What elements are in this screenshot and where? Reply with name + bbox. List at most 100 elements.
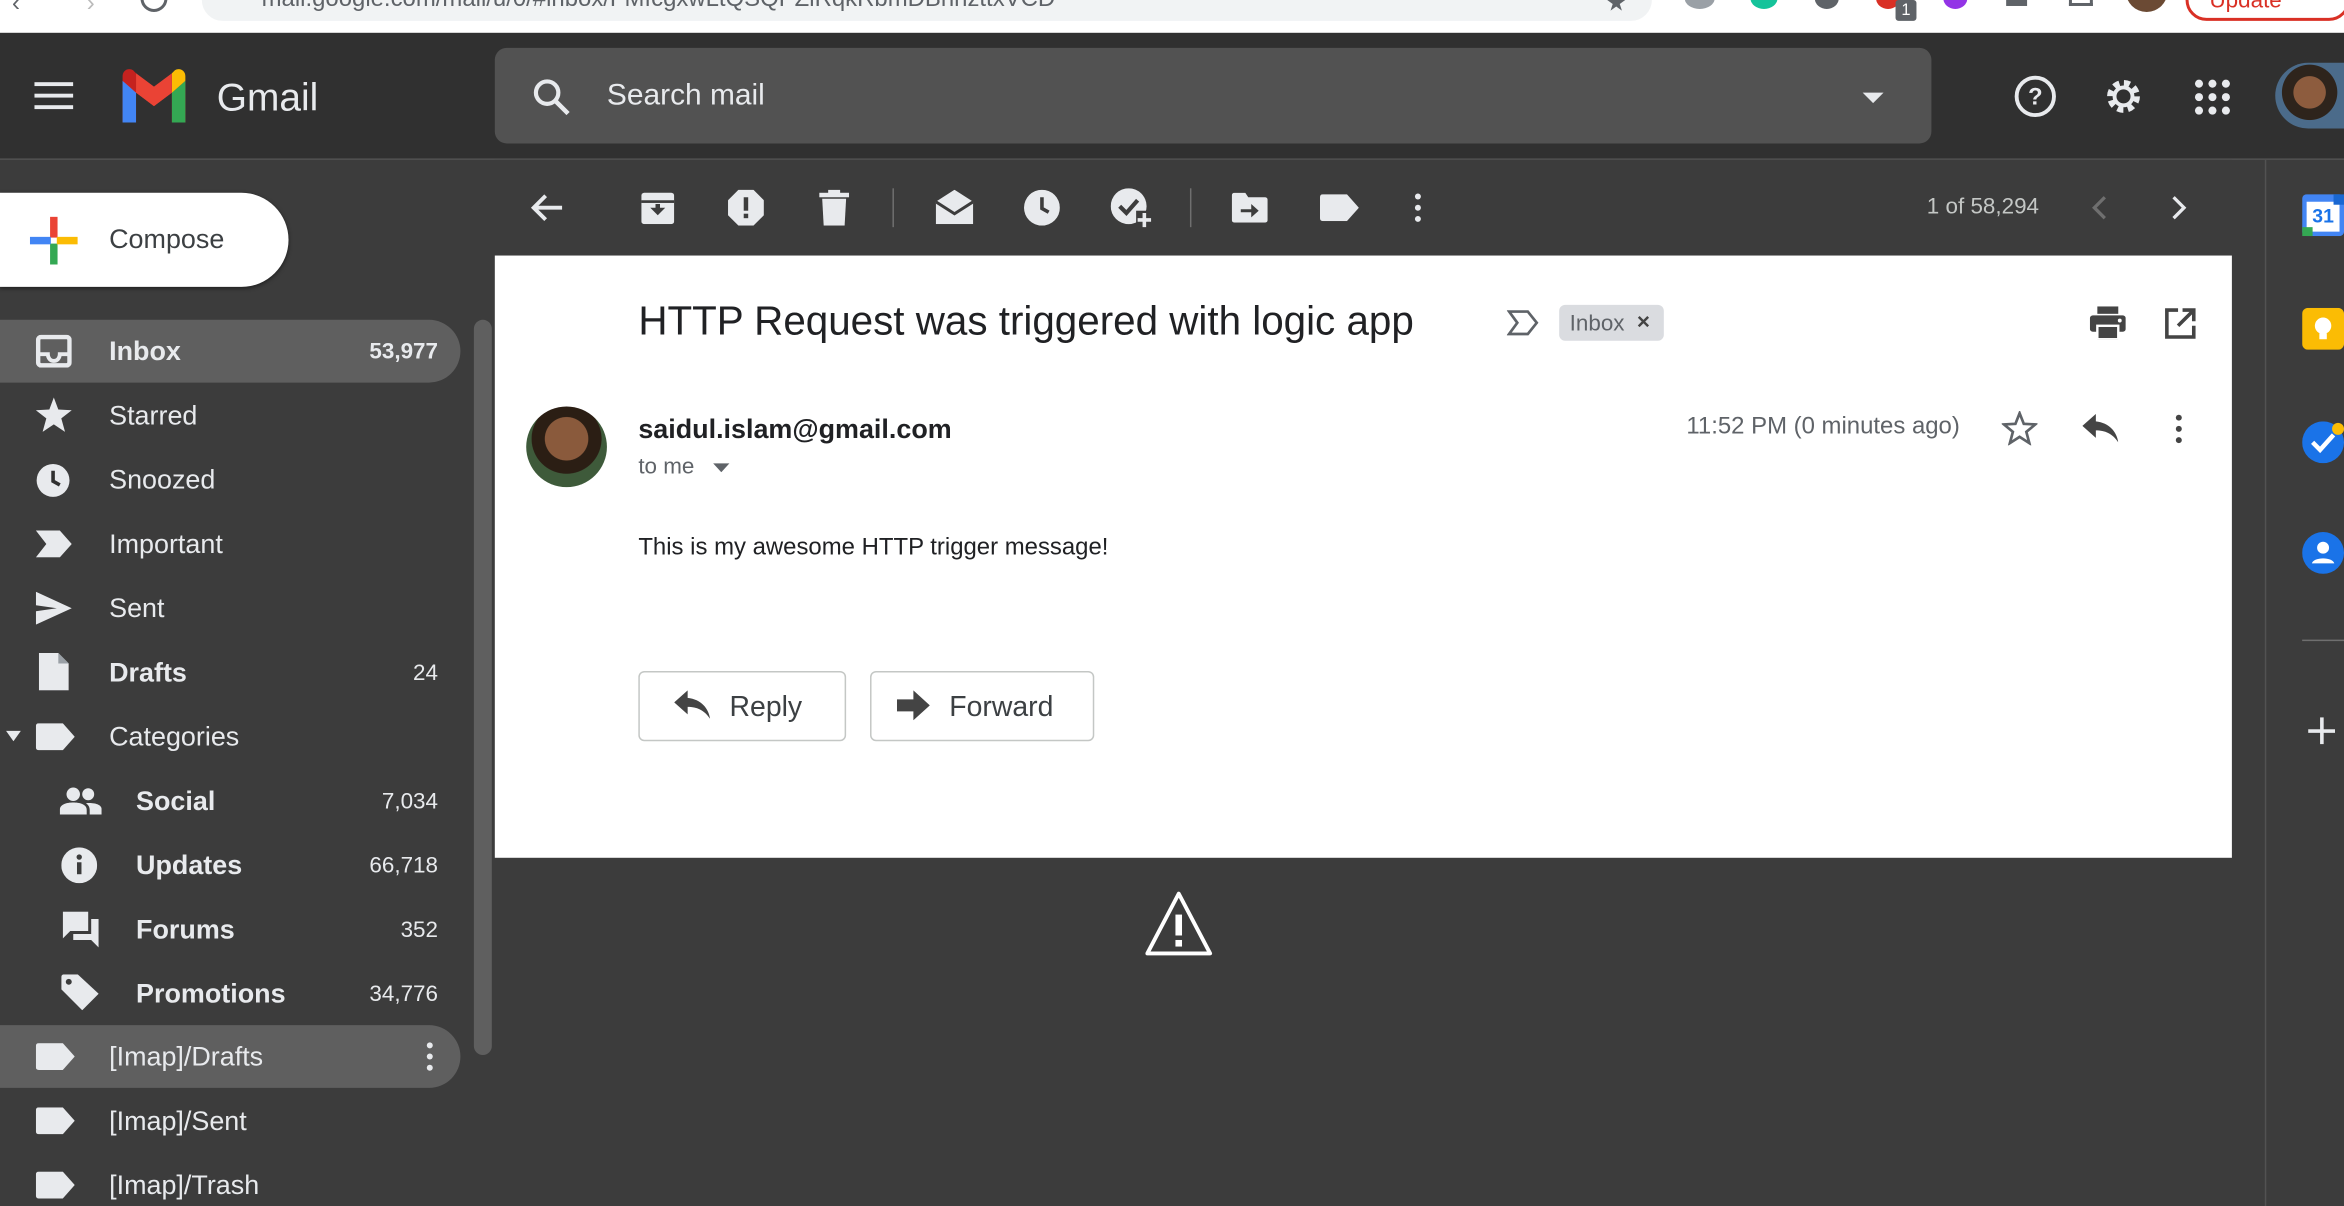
get-addons-plus-icon[interactable] (2308, 717, 2336, 745)
calendar-day-number: 31 (2312, 204, 2334, 228)
remove-label-button[interactable]: × (1637, 309, 1650, 334)
extension-badge: 1 (1895, 0, 1917, 21)
search-options-dropdown-icon[interactable] (1861, 91, 1885, 104)
older-chevron-right-icon[interactable] (2171, 196, 2187, 220)
account-avatar[interactable] (2275, 62, 2344, 129)
price-tag-icon (61, 974, 99, 1011)
forum-chat-icon (62, 911, 99, 948)
expand-triangle-icon[interactable] (5, 730, 21, 742)
message-timestamp: 11:52 PM (0 minutes ago) (1686, 413, 1960, 440)
compose-plus-icon (29, 216, 78, 265)
draft-file-icon (38, 653, 69, 691)
snooze-clock-icon[interactable] (1024, 189, 1060, 226)
side-panel-separator (2302, 639, 2344, 642)
sidebar-item-count: 34,776 (369, 981, 439, 1008)
reply-arrow-icon (674, 690, 711, 720)
side-panel-divider (2264, 159, 2267, 1206)
label-as-icon[interactable] (1319, 194, 1359, 222)
label-icon (35, 1107, 75, 1135)
browser-update-label: Update (2209, 0, 2282, 14)
sidebar-item-count: 352 (400, 917, 439, 943)
gmail-logo-icon[interactable] (118, 69, 190, 123)
sidebar-item-label: [Imap]/Drafts (109, 1041, 264, 1072)
sidebar-scrollbar[interactable] (473, 319, 492, 1056)
delete-trash-icon[interactable] (819, 189, 850, 226)
move-to-folder-icon[interactable] (1231, 192, 1268, 223)
extensions-puzzle-icon[interactable] (2006, 0, 2028, 6)
reply-button-label: Reply (729, 691, 803, 724)
back-arrow-icon[interactable]: ‹ (12, 0, 20, 18)
label-icon (35, 1171, 75, 1199)
back-to-inbox-arrow-icon[interactable] (530, 193, 564, 223)
inbox-label-chip-text: Inbox (1569, 310, 1625, 337)
sidebar-item-label: Sent (109, 593, 165, 624)
search-input-placeholder[interactable]: Search mail (607, 79, 765, 113)
star-outline-icon[interactable] (2001, 410, 2038, 446)
bookmark-star-icon[interactable]: ★ (1606, 0, 1627, 18)
report-spam-icon[interactable] (728, 189, 764, 226)
sidebar-item-count: 53,977 (369, 339, 439, 365)
sidebar-item-label: Categories (109, 721, 240, 752)
main-menu-icon[interactable] (34, 81, 74, 111)
sidebar-item-count: 66,718 (369, 853, 439, 879)
newer-chevron-left-icon[interactable] (2091, 196, 2107, 220)
address-bar-url: mail.google.com/mail/u/0/#inbox/FMfcgxwL… (262, 0, 1056, 13)
people-icon (59, 787, 102, 815)
message-body: This is my awesome HTTP trigger message! (638, 534, 1109, 561)
keep-notes-icon[interactable] (2302, 307, 2344, 350)
sender-email[interactable]: saidul.islam@gmail.com (638, 414, 951, 445)
recipient-summary: to me (638, 454, 695, 480)
label-options-more-icon[interactable] (426, 1042, 433, 1072)
email-subject: HTTP Request was triggered with logic ap… (638, 298, 1414, 344)
warning-triangle-icon (1145, 891, 1213, 957)
important-marker-icon (35, 530, 72, 558)
archive-icon[interactable] (641, 191, 675, 225)
label-icon (35, 723, 75, 751)
message-more-options-icon[interactable] (2175, 414, 2182, 444)
support-help-icon[interactable]: ? (2014, 75, 2057, 118)
google-apps-grid-icon[interactable] (2194, 79, 2231, 115)
mark-unread-envelope-icon[interactable] (935, 189, 974, 225)
sidebar-item-label: Snoozed (109, 464, 216, 495)
toolbar-separator (1189, 188, 1192, 228)
pagination-count: 1 of 58,294 (1926, 194, 2040, 220)
sidebar-item-label: Forums (136, 914, 235, 945)
sidebar-item-label: Promotions (136, 978, 286, 1009)
send-icon (35, 591, 72, 625)
show-details-dropdown-icon[interactable] (713, 463, 730, 473)
info-icon (61, 847, 98, 884)
forward-arrow-icon (896, 690, 930, 721)
sidebar-item-label: Drafts (109, 657, 187, 688)
app-name: Gmail (216, 74, 319, 120)
star-icon (35, 397, 72, 432)
toolbar-separator (892, 188, 894, 228)
sidebar-item-label: Important (109, 529, 223, 559)
sidebar-item-count: 24 (413, 660, 439, 686)
svg-text:?: ? (2028, 84, 2043, 111)
sender-avatar[interactable] (526, 406, 607, 488)
label-icon (35, 1043, 75, 1070)
forward-button-label: Forward (949, 691, 1054, 724)
print-icon[interactable] (2089, 306, 2126, 340)
importance-marker-icon[interactable] (1506, 309, 1540, 336)
reply-arrow-icon[interactable] (2082, 413, 2119, 444)
sidebar-item-label: Updates (136, 850, 243, 881)
forward-arrow-icon[interactable]: › (87, 0, 95, 18)
inbox-icon (35, 334, 72, 368)
sidebar-item-label: Starred (109, 400, 198, 431)
tasks-icon[interactable] (2302, 421, 2344, 464)
settings-gear-icon[interactable] (2102, 75, 2145, 118)
cast-icon[interactable] (2068, 0, 2093, 6)
contacts-icon[interactable] (2302, 532, 2344, 574)
sidebar-item-label: Social (136, 786, 216, 816)
sidebar-item-count: 7,034 (381, 789, 439, 815)
search-icon[interactable] (532, 78, 571, 117)
open-in-new-window-icon[interactable] (2165, 308, 2196, 339)
sidebar-item-label: [Imap]/Trash (109, 1170, 260, 1201)
clock-icon (36, 463, 70, 497)
sidebar-item-label: [Imap]/Sent (109, 1105, 247, 1136)
compose-label: Compose (109, 224, 225, 255)
sidebar-item-label: Inbox (109, 336, 181, 367)
more-options-icon[interactable] (1414, 193, 1421, 223)
add-to-tasks-icon[interactable] (1110, 188, 1153, 230)
